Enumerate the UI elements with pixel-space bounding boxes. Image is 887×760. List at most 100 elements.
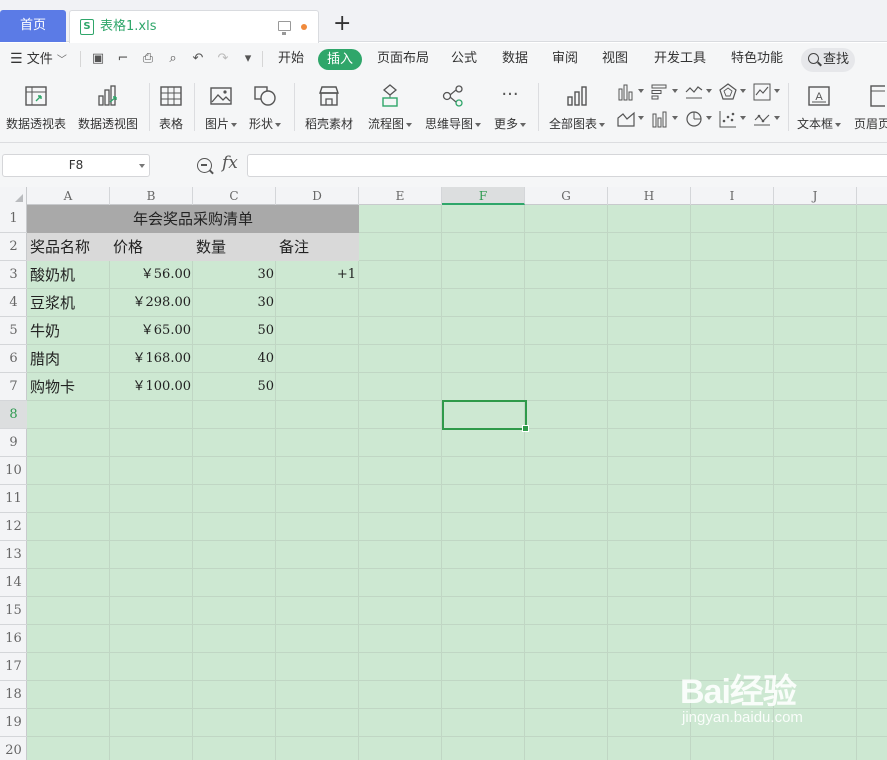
area-chart-button[interactable] bbox=[617, 109, 647, 129]
radar-chart-button[interactable] bbox=[719, 82, 749, 102]
table-cell-quantity[interactable]: 50 bbox=[193, 373, 274, 401]
header-cell-name[interactable]: 奖品名称 bbox=[30, 233, 90, 261]
row-header-1[interactable]: 1 bbox=[0, 205, 27, 233]
table-cell-name[interactable]: 酸奶机 bbox=[30, 261, 75, 289]
tab-home[interactable]: 首页 bbox=[0, 10, 66, 42]
print-preview-icon[interactable]: ⌕ bbox=[165, 51, 181, 67]
monitor-icon[interactable] bbox=[278, 21, 291, 35]
column-header-i[interactable]: I bbox=[691, 187, 774, 205]
zoom-out-icon[interactable] bbox=[197, 158, 212, 173]
column-header-d[interactable]: D bbox=[276, 187, 359, 205]
table-cell-name[interactable]: 购物卡 bbox=[30, 373, 75, 401]
column-header-h[interactable]: H bbox=[608, 187, 691, 205]
format-painter-icon[interactable]: ⌐ bbox=[115, 51, 131, 67]
save-icon[interactable]: ▣ bbox=[90, 51, 106, 67]
flowchart-button[interactable]: 流程图 bbox=[368, 80, 412, 140]
table-cell-price[interactable]: ￥298.00 bbox=[110, 289, 192, 317]
row-header-5[interactable]: 5 bbox=[0, 317, 27, 345]
row-header-17[interactable]: 17 bbox=[0, 653, 27, 681]
pie-chart-button[interactable] bbox=[685, 109, 715, 129]
all-charts-button[interactable]: 全部图表 bbox=[549, 80, 605, 140]
row-header-4[interactable]: 4 bbox=[0, 289, 27, 317]
header-cell-price[interactable]: 价格 bbox=[113, 233, 143, 261]
row-header-15[interactable]: 15 bbox=[0, 597, 27, 625]
file-menu[interactable]: ☰ 文件 ﹀ bbox=[10, 43, 74, 77]
quick-access-dropdown-icon[interactable]: ▾ bbox=[240, 51, 256, 67]
line-chart-button[interactable] bbox=[685, 82, 715, 102]
row-header-9[interactable]: 9 bbox=[0, 429, 27, 457]
row-header-7[interactable]: 7 bbox=[0, 373, 27, 401]
row-header-19[interactable]: 19 bbox=[0, 709, 27, 737]
formula-input[interactable] bbox=[247, 154, 887, 177]
table-cell-price[interactable]: ￥168.00 bbox=[110, 345, 192, 373]
column-header-b[interactable]: B bbox=[110, 187, 193, 205]
textbox-button[interactable]: A 文本框 bbox=[797, 80, 841, 140]
active-cell-f8[interactable] bbox=[442, 400, 529, 432]
row-header-3[interactable]: 3 bbox=[0, 261, 27, 289]
menu-data[interactable]: 数据 bbox=[502, 43, 528, 75]
row-header-11[interactable]: 11 bbox=[0, 485, 27, 513]
row-header-18[interactable]: 18 bbox=[0, 681, 27, 709]
column-header-f[interactable]: F bbox=[442, 187, 525, 205]
row-header-16[interactable]: 16 bbox=[0, 625, 27, 653]
material-button[interactable]: 稻壳素材 bbox=[305, 80, 353, 140]
row-header-12[interactable]: 12 bbox=[0, 513, 27, 541]
pivot-chart-button[interactable]: 数据透视图 bbox=[78, 80, 138, 140]
tab-document[interactable]: S 表格1.xls bbox=[69, 10, 319, 43]
mindmap-button[interactable]: 思维导图 bbox=[425, 80, 481, 140]
menu-insert[interactable]: 插入 bbox=[318, 49, 362, 70]
scatter-chart-button[interactable] bbox=[719, 109, 749, 129]
table-cell-quantity[interactable]: 30 bbox=[193, 261, 274, 289]
name-box[interactable]: F8 bbox=[2, 154, 150, 177]
menu-review[interactable]: 审阅 bbox=[552, 43, 578, 75]
header-footer-button[interactable]: 页眉页 bbox=[854, 80, 887, 140]
waterfall-chart-button[interactable] bbox=[651, 109, 681, 129]
header-cell-note[interactable]: 备注 bbox=[279, 233, 309, 261]
menu-page-layout[interactable]: 页面布局 bbox=[377, 43, 429, 75]
column-header-c[interactable]: C bbox=[193, 187, 276, 205]
row-header-13[interactable]: 13 bbox=[0, 541, 27, 569]
print-icon[interactable]: ⎙ bbox=[140, 51, 156, 67]
table-cell-name[interactable]: 牛奶 bbox=[30, 317, 60, 345]
row-header-10[interactable]: 10 bbox=[0, 457, 27, 485]
menu-special[interactable]: 特色功能 bbox=[731, 43, 783, 75]
row-header-2[interactable]: 2 bbox=[0, 233, 27, 261]
table-cell-note[interactable]: +1 bbox=[276, 261, 356, 289]
search-button[interactable]: 查找 bbox=[801, 48, 855, 72]
bar-chart-button[interactable] bbox=[651, 82, 681, 102]
row-header-8[interactable]: 8 bbox=[0, 401, 27, 429]
row-header-14[interactable]: 14 bbox=[0, 569, 27, 597]
shape-button[interactable]: 形状 bbox=[248, 80, 282, 140]
table-cell-price[interactable]: ￥65.00 bbox=[110, 317, 191, 345]
header-cell-quantity[interactable]: 数量 bbox=[196, 233, 226, 261]
column-header-j[interactable]: J bbox=[774, 187, 857, 205]
more-button[interactable]: ··· 更多 bbox=[494, 80, 526, 140]
table-cell-price[interactable]: ￥56.00 bbox=[110, 261, 191, 289]
table-cell-name[interactable]: 豆浆机 bbox=[30, 289, 75, 317]
chevron-down-icon[interactable] bbox=[139, 164, 145, 168]
column-header-a[interactable]: A bbox=[27, 187, 110, 205]
menu-start[interactable]: 开始 bbox=[278, 43, 304, 75]
row-header-20[interactable]: 20 bbox=[0, 737, 27, 760]
menu-view[interactable]: 视图 bbox=[602, 43, 628, 75]
function-icon[interactable]: fx bbox=[222, 153, 238, 173]
table-cell-quantity[interactable]: 40 bbox=[193, 345, 274, 373]
select-all-corner[interactable] bbox=[0, 187, 27, 205]
stock-chart-button[interactable] bbox=[753, 82, 783, 102]
row-header-6[interactable]: 6 bbox=[0, 345, 27, 373]
menu-developer[interactable]: 开发工具 bbox=[654, 43, 706, 75]
table-cell-price[interactable]: ￥100.00 bbox=[110, 373, 192, 401]
undo-icon[interactable]: ↶ bbox=[190, 51, 206, 67]
redo-icon[interactable]: ↷ bbox=[215, 51, 231, 67]
table-cell-quantity[interactable]: 50 bbox=[193, 317, 274, 345]
column-header-e[interactable]: E bbox=[359, 187, 442, 205]
table-title-cell[interactable]: 年会奖品采购清单 bbox=[27, 205, 359, 233]
new-tab-button[interactable]: + bbox=[333, 11, 351, 37]
column-chart-button[interactable] bbox=[617, 82, 647, 102]
table-cell-name[interactable]: 腊肉 bbox=[30, 345, 60, 373]
column-header-g[interactable]: G bbox=[525, 187, 608, 205]
pivot-table-button[interactable]: 数据透视表 bbox=[6, 80, 66, 140]
menu-formula[interactable]: 公式 bbox=[451, 43, 477, 75]
table-button[interactable]: 表格 bbox=[158, 80, 184, 140]
table-cell-quantity[interactable]: 30 bbox=[193, 289, 274, 317]
